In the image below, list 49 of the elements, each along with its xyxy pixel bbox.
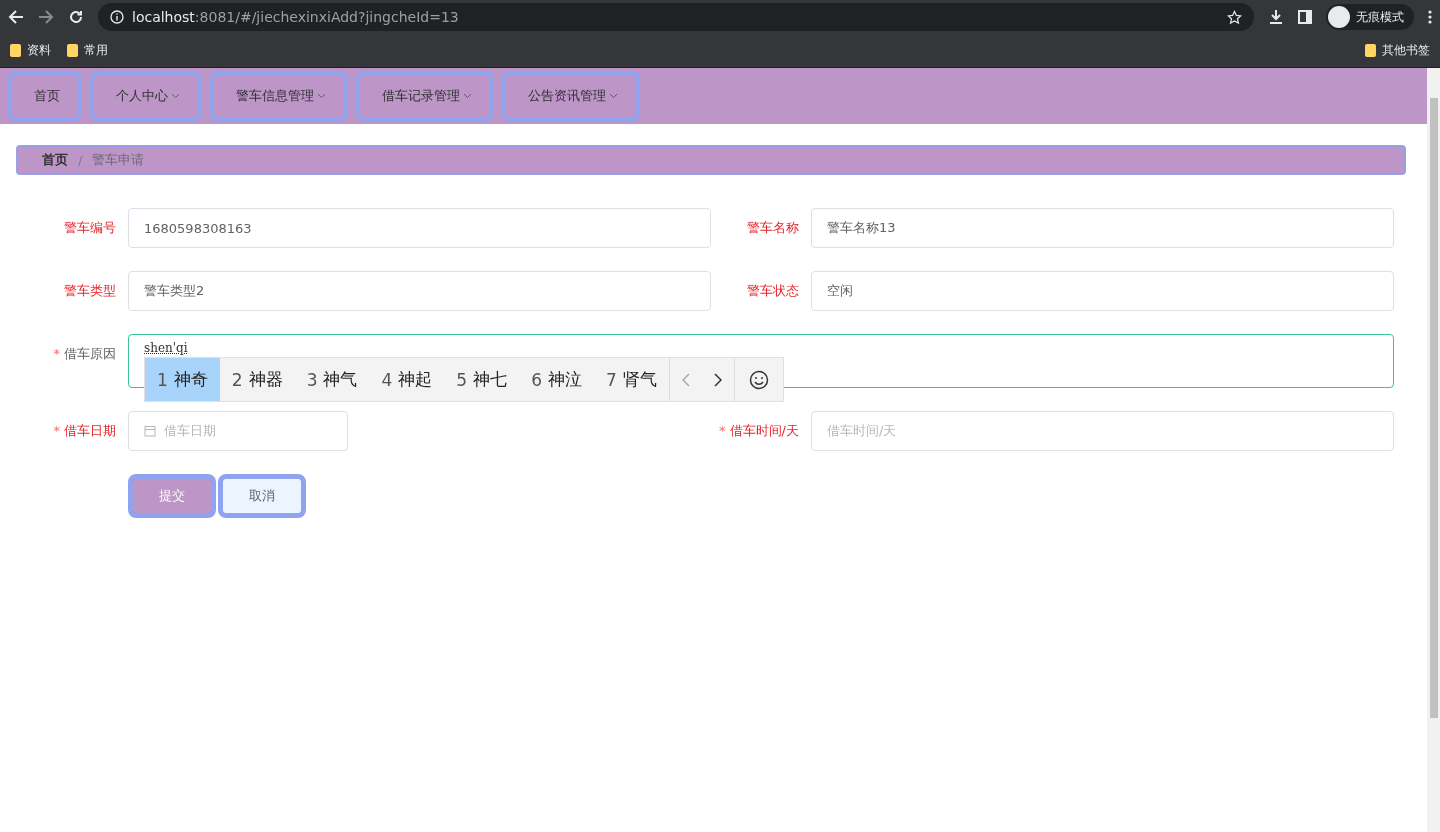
breadcrumb-separator: / (78, 152, 83, 168)
breadcrumb-item: 警车申请 (92, 151, 145, 169)
download-icon[interactable] (1268, 9, 1284, 25)
nav-menu-item[interactable]: 警车信息管理 (210, 71, 348, 121)
input-field[interactable]: 1680598308163 (128, 208, 711, 248)
ime-candidate[interactable]: 4 神起 (369, 358, 445, 401)
cancel-button[interactable]: 取消 (218, 474, 306, 518)
ime-candidate[interactable]: 7 肾气 (593, 358, 669, 401)
breadcrumb-item[interactable]: 首页 (42, 151, 68, 169)
star-icon[interactable] (1227, 9, 1242, 25)
url-text: localhost:8081/#/jiechexinxiAdd?jingcheId=13 (132, 9, 459, 25)
bookmark-folder[interactable]: 常用 (67, 42, 108, 59)
ime-candidate[interactable]: 1 神奇 (145, 358, 220, 401)
side-panel-icon[interactable] (1298, 10, 1312, 24)
nav-menu-item[interactable]: 借车记录管理 (356, 71, 494, 121)
chevron-down-icon (171, 93, 180, 99)
field-label: 警车类型 (63, 282, 117, 300)
calendar-icon (144, 425, 156, 437)
ime-candidate[interactable]: 5 神七 (444, 358, 520, 401)
chevron-down-icon (317, 93, 326, 99)
field-label: * 借车原因 (52, 345, 117, 363)
field-label: 警车编号 (63, 219, 117, 237)
chevron-right-icon[interactable] (713, 372, 722, 387)
ime-candidate[interactable]: 3 神气 (294, 358, 370, 401)
chevron-down-icon (463, 93, 472, 99)
address-bar[interactable]: localhost:8081/#/jiechexinxiAdd?jingcheId=13 (98, 3, 1254, 31)
field-label: 警车名称 (746, 219, 800, 237)
field-label: * 借车日期 (52, 422, 117, 440)
ime-candidate[interactable]: 2 神器 (219, 358, 295, 401)
menu-icon[interactable] (1428, 9, 1432, 25)
bookmark-folder[interactable]: 资料 (10, 42, 51, 59)
input-field[interactable]: 警车类型2 (128, 271, 711, 311)
reload-icon[interactable] (68, 9, 84, 25)
input-field[interactable]: 空闲 (811, 271, 1394, 311)
nav-menu-item[interactable]: 公告资讯管理 (502, 71, 640, 121)
field-label: 警车状态 (746, 282, 800, 300)
ime-candidate[interactable]: 6 神泣 (519, 358, 594, 401)
incognito-profile-button[interactable]: 无痕模式 (1326, 4, 1414, 30)
chevron-down-icon (609, 93, 618, 99)
nav-menu-item[interactable]: 个人中心 (90, 71, 202, 121)
info-icon (110, 10, 124, 24)
input-field[interactable]: 警车名称13 (811, 208, 1394, 248)
forward-icon[interactable] (38, 9, 54, 25)
other-bookmarks[interactable]: 其他书签 (1365, 42, 1430, 59)
back-icon[interactable] (8, 9, 24, 25)
nav-menu-item[interactable]: 首页 (8, 71, 82, 121)
scrollbar[interactable] (1427, 68, 1440, 832)
smiley-icon[interactable] (748, 369, 769, 390)
field-label: * 借车时间/天 (718, 422, 800, 440)
